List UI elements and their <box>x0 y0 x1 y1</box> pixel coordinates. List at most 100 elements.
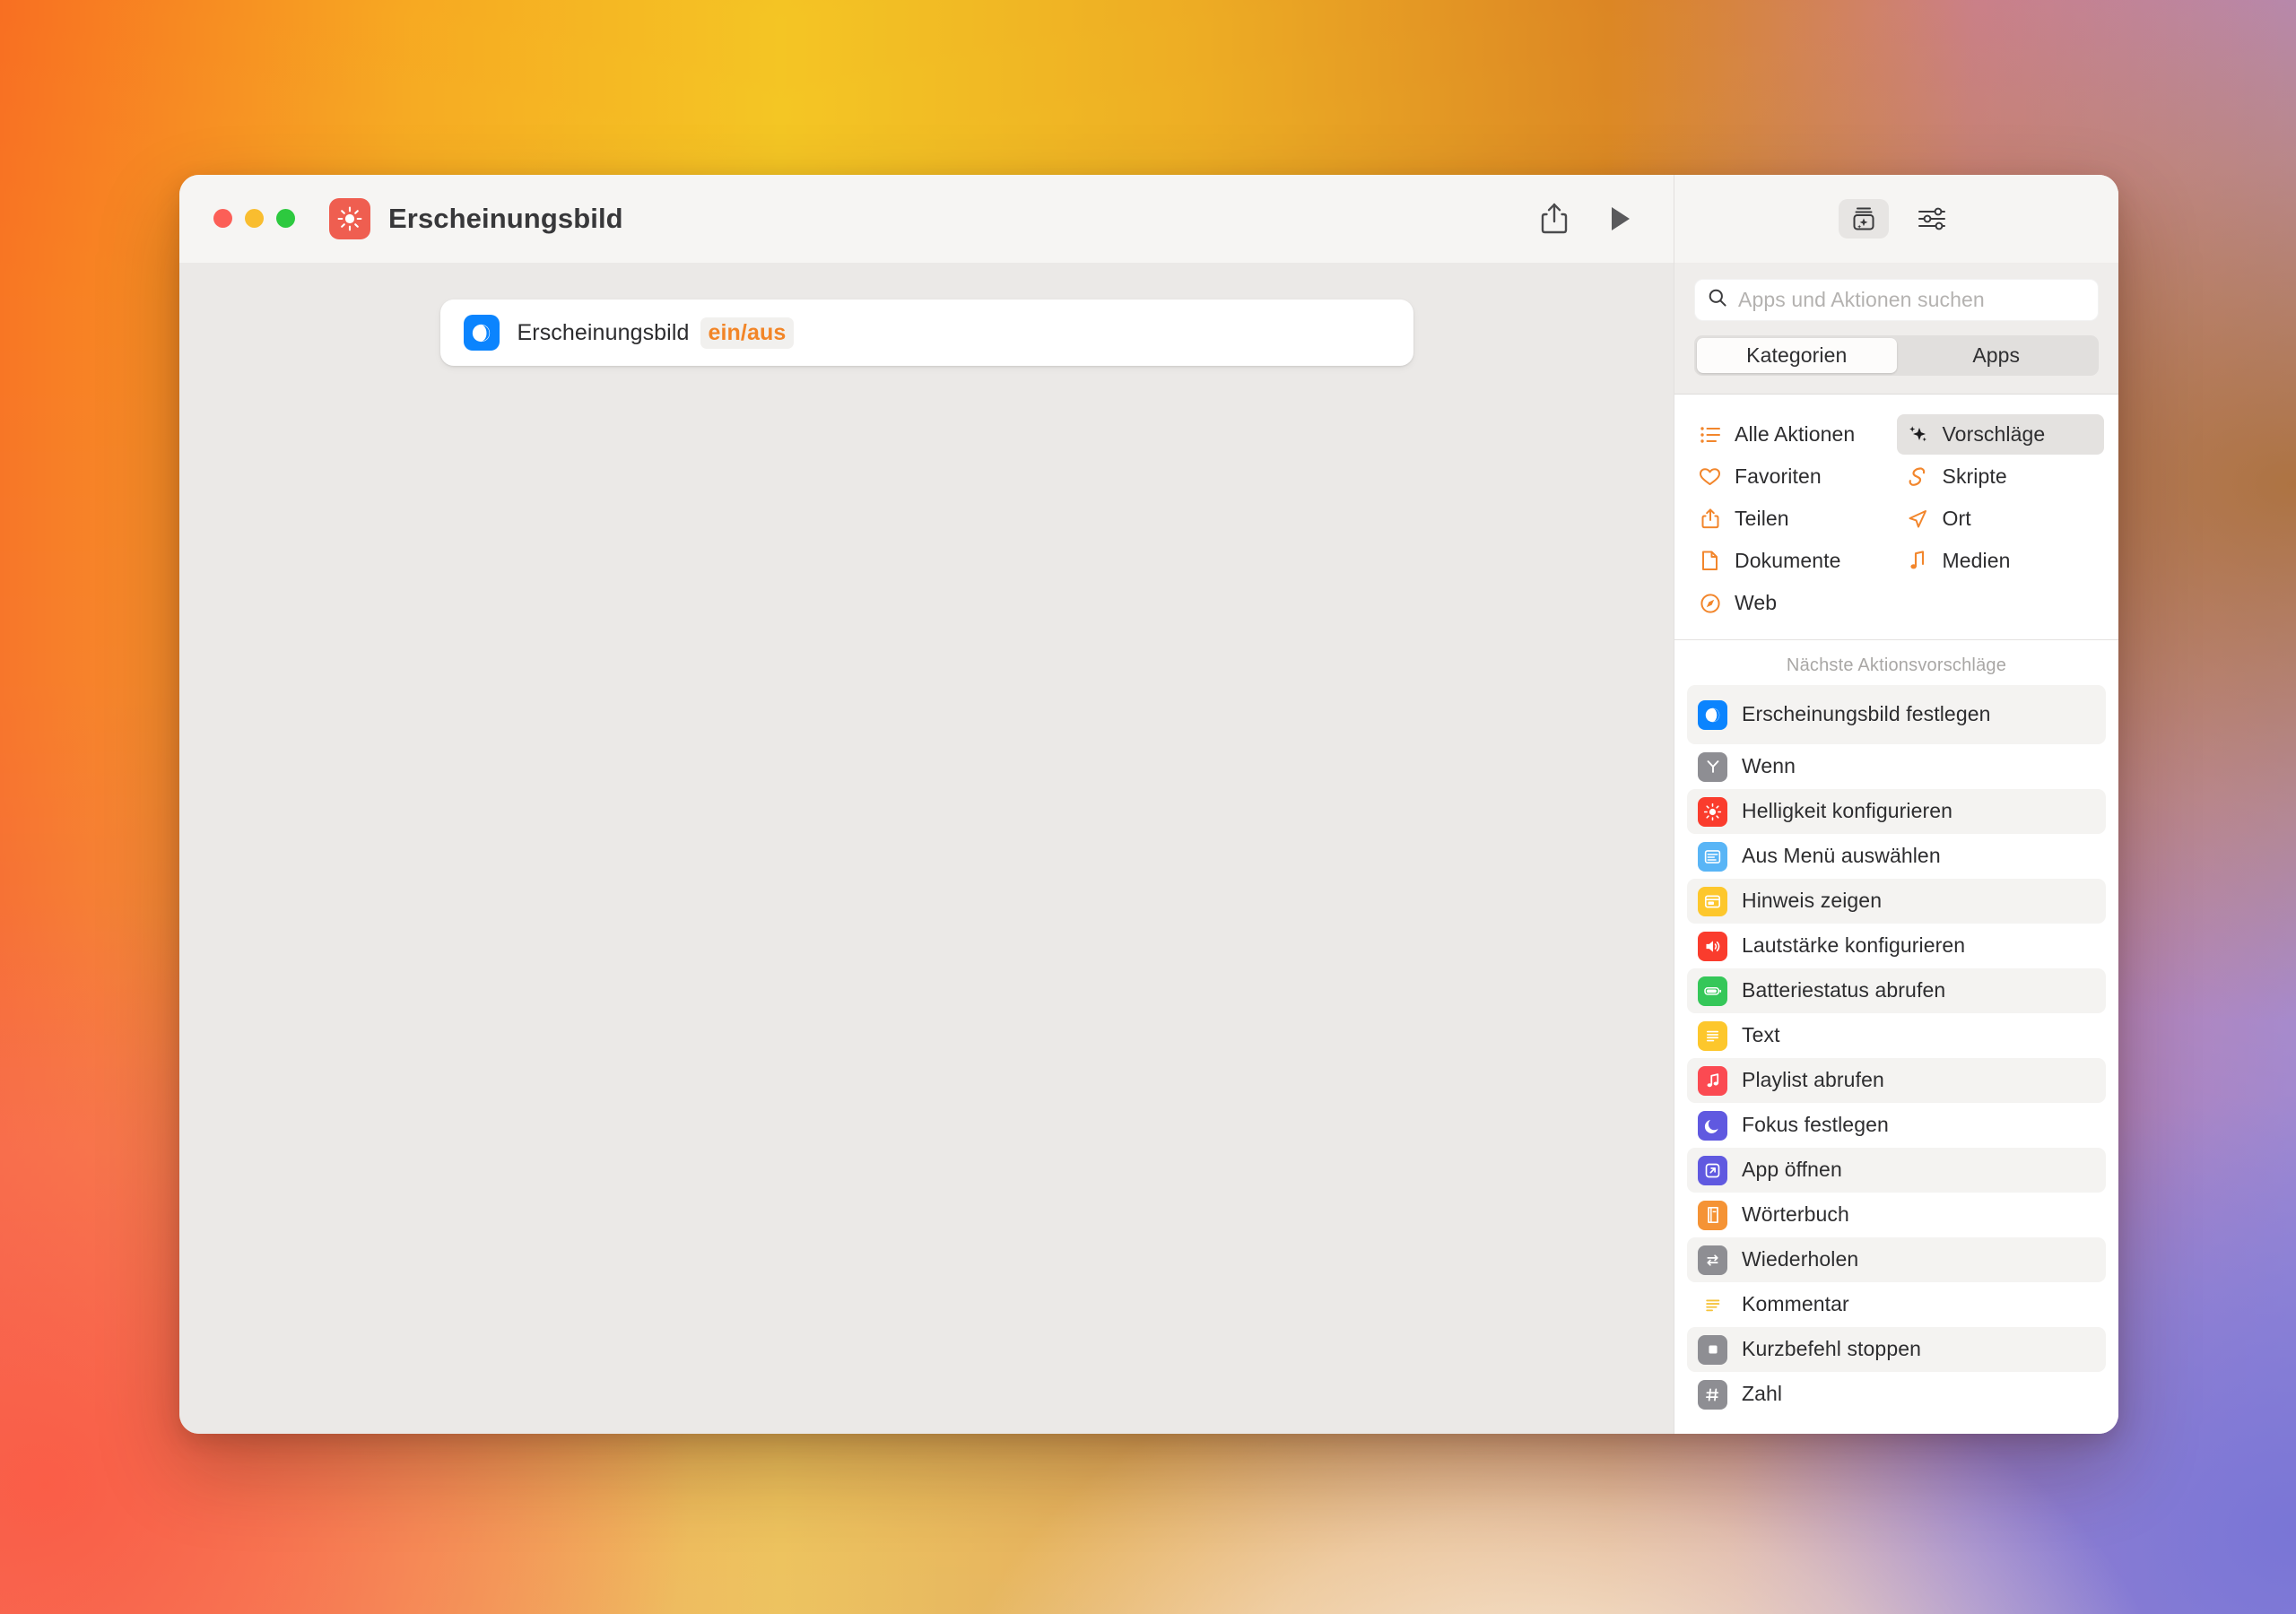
list-icon <box>1698 425 1722 445</box>
suggestion-batteriestatus-abrufen[interactable]: Batteriestatus abrufen <box>1687 968 2106 1013</box>
suggestion-label: Wiederholen <box>1742 1247 1859 1271</box>
category-label: Teilen <box>1735 507 1789 530</box>
stop-icon <box>1698 1334 1727 1365</box>
suggestion-label: Wörterbuch <box>1742 1202 1849 1227</box>
action-library-icon[interactable] <box>1838 199 1889 239</box>
window-body: Erscheinungsbild ein/aus Apps und Aktion… <box>179 263 2118 1434</box>
suggestion-kurzbefehl-stoppen[interactable]: Kurzbefehl stoppen <box>1687 1327 2106 1372</box>
category-web[interactable]: Web <box>1689 583 1897 623</box>
suggestion-text[interactable]: Text <box>1687 1013 2106 1058</box>
search-placeholder: Apps und Aktionen suchen <box>1738 288 1985 311</box>
search-icon <box>1707 287 1728 313</box>
open-app-icon <box>1698 1155 1727 1185</box>
titlebar-actions <box>1539 202 1674 236</box>
branch-icon <box>1698 751 1727 782</box>
brightness-icon <box>1698 796 1727 827</box>
category-favoriten[interactable]: Favoriten <box>1689 456 1897 497</box>
suggestion-label: App öffnen <box>1742 1158 1842 1182</box>
tab-apps[interactable]: Apps <box>1897 338 2097 373</box>
suggestion-app-offnen[interactable]: App öffnen <box>1687 1148 2106 1193</box>
action-parameter[interactable]: ein/aus <box>700 317 795 349</box>
suggestions-list: Nächste Aktionsvorschläge Erscheinungsbi… <box>1674 640 2118 1434</box>
category-label: Dokumente <box>1735 549 1841 572</box>
category-dokumente[interactable]: Dokumente <box>1689 541 1897 581</box>
close-button[interactable] <box>213 209 232 228</box>
library-mode-segmented-control: Kategorien Apps <box>1694 335 2099 376</box>
suggestion-wenn[interactable]: Wenn <box>1687 744 2106 789</box>
appearance-icon <box>1698 699 1727 730</box>
compass-icon <box>1698 593 1722 614</box>
location-icon <box>1906 508 1930 530</box>
category-label: Favoriten <box>1735 464 1822 488</box>
sliders-icon[interactable] <box>1909 199 1955 239</box>
suggestion-label: Fokus festlegen <box>1742 1113 1889 1137</box>
suggestion-fokus-festlegen[interactable]: Fokus festlegen <box>1687 1103 2106 1148</box>
action-library-sidebar: Apps und Aktionen suchen Kategorien Apps <box>1674 263 2118 1434</box>
suggestion-lautstarke-konfigurieren[interactable]: Lautstärke konfigurieren <box>1687 924 2106 968</box>
category-ort[interactable]: Ort <box>1897 499 2105 539</box>
suggestion-aus-menu-auswahlen[interactable]: Aus Menü auswählen <box>1687 834 2106 879</box>
suggestion-label: Playlist abrufen <box>1742 1068 1884 1092</box>
traffic-lights <box>213 209 295 228</box>
suggestion-label: Kommentar <box>1742 1292 1849 1316</box>
suggestion-label: Helligkeit konfigurieren <box>1742 799 1953 823</box>
suggestion-erscheinungsbild-festlegen[interactable]: Erscheinungsbild festlegen <box>1687 685 2106 744</box>
suggestion-label: Batteriestatus abrufen <box>1742 978 1946 1002</box>
play-icon[interactable] <box>1609 205 1632 232</box>
category-label: Ort <box>1942 507 1971 530</box>
shortcuts-window: Erscheinungsbild Erscheinungsbild ein/au… <box>179 175 2118 1434</box>
suggestion-worterbuch[interactable]: Wörterbuch <box>1687 1193 2106 1237</box>
category-teilen[interactable]: Teilen <box>1689 499 1897 539</box>
suggestion-label: Wenn <box>1742 754 1796 778</box>
zoom-button[interactable] <box>276 209 295 228</box>
action-title: Erscheinungsbild <box>517 319 690 345</box>
appearance-icon <box>463 315 500 351</box>
window-titlebar: Erscheinungsbild <box>179 175 2118 263</box>
heart-icon <box>1698 466 1722 487</box>
repeat-icon <box>1698 1245 1727 1275</box>
speaker-icon <box>1698 931 1727 961</box>
titlebar-right <box>1674 175 2118 263</box>
suggestion-hinweis-zeigen[interactable]: Hinweis zeigen <box>1687 879 2106 924</box>
suggestion-label: Text <box>1742 1023 1780 1047</box>
music-note-icon <box>1698 1065 1727 1096</box>
document-icon <box>1698 550 1722 572</box>
category-label: Alle Aktionen <box>1735 422 1856 446</box>
suggestions-header: Nächste Aktionsvorschläge <box>1786 655 2007 675</box>
suggestion-label: Lautstärke konfigurieren <box>1742 933 1966 958</box>
battery-icon <box>1698 976 1727 1006</box>
tab-kategorien[interactable]: Kategorien <box>1697 338 1897 373</box>
sidebar-search-area: Apps und Aktionen suchen Kategorien Apps <box>1674 263 2118 395</box>
menu-icon <box>1698 841 1727 872</box>
brightness-sun-icon <box>329 197 370 239</box>
titlebar-left: Erscheinungsbild <box>179 175 1674 263</box>
text-icon <box>1698 1020 1727 1051</box>
suggestion-label: Kurzbefehl stoppen <box>1742 1337 1921 1361</box>
shortcut-action-card[interactable]: Erscheinungsbild ein/aus <box>439 299 1413 366</box>
category-label: Vorschläge <box>1942 422 2046 446</box>
shortcut-canvas: Erscheinungsbild ein/aus <box>179 263 1674 1434</box>
music-icon <box>1906 550 1930 572</box>
search-input[interactable]: Apps und Aktionen suchen <box>1694 279 2099 321</box>
suggestion-label: Hinweis zeigen <box>1742 889 1883 913</box>
suggestion-label: Aus Menü auswählen <box>1742 844 1941 868</box>
category-label: Web <box>1735 591 1778 614</box>
category-vorschlaege[interactable]: Vorschläge <box>1896 414 2104 455</box>
suggestion-label: Zahl <box>1742 1382 1783 1406</box>
suggestion-helligkeit-konfigurieren[interactable]: Helligkeit konfigurieren <box>1687 789 2106 834</box>
share-icon[interactable] <box>1539 202 1570 236</box>
suggestion-wiederholen[interactable]: Wiederholen <box>1687 1237 2106 1282</box>
category-skripte[interactable]: Skripte <box>1897 456 2105 497</box>
minimize-button[interactable] <box>245 209 264 228</box>
alert-icon <box>1698 886 1727 916</box>
suggestion-kommentar[interactable]: Kommentar <box>1687 1282 2106 1327</box>
script-icon <box>1906 466 1930 488</box>
window-title: Erscheinungsbild <box>388 202 623 234</box>
category-medien[interactable]: Medien <box>1897 541 2105 581</box>
category-label: Medien <box>1942 549 2011 572</box>
category-label: Skripte <box>1942 464 2007 488</box>
suggestion-zahl[interactable]: Zahl <box>1687 1372 2106 1417</box>
suggestion-playlist-abrufen[interactable]: Playlist abrufen <box>1687 1058 2106 1103</box>
sparkles-icon <box>1906 424 1930 446</box>
category-alle-aktionen[interactable]: Alle Aktionen <box>1689 414 1897 455</box>
